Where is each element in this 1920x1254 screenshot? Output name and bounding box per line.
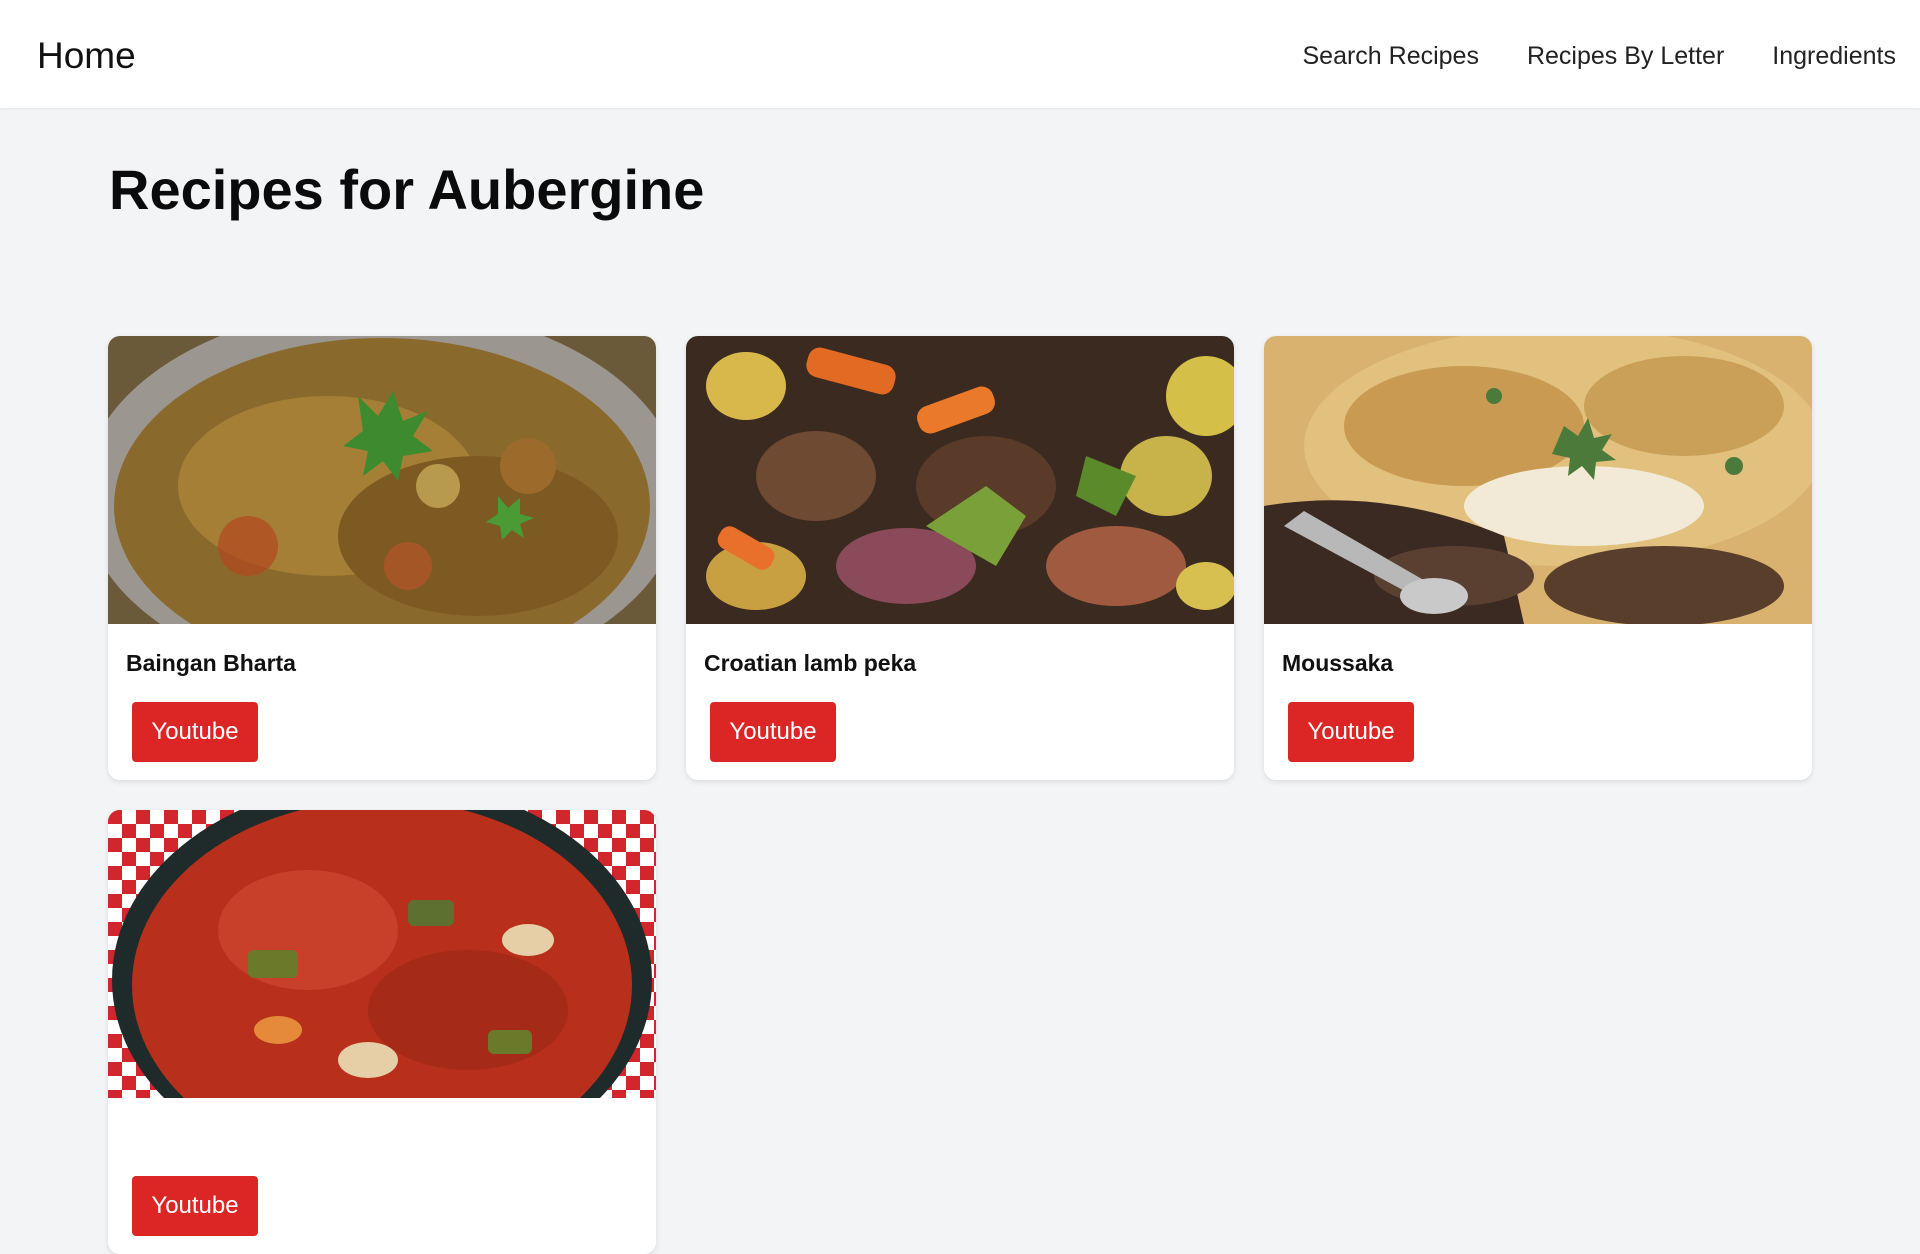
recipe-card: Youtube bbox=[108, 810, 656, 1254]
nav-link-ingredients[interactable]: Ingredients bbox=[1772, 40, 1896, 72]
recipe-title: Croatian lamb peka bbox=[704, 650, 917, 676]
recipe-card: Baingan Bharta Youtube bbox=[108, 336, 656, 780]
recipe-title: Moussaka bbox=[1282, 650, 1394, 676]
nav-link-search-recipes[interactable]: Search Recipes bbox=[1302, 40, 1478, 72]
youtube-button[interactable]: Youtube bbox=[1288, 702, 1414, 762]
page-title: Recipes for Aubergine bbox=[109, 158, 705, 221]
recipe-image[interactable] bbox=[108, 810, 656, 1098]
nav-link-recipes-by-letter[interactable]: Recipes By Letter bbox=[1527, 40, 1724, 72]
recipe-image[interactable] bbox=[1264, 336, 1812, 624]
recipe-image[interactable] bbox=[108, 336, 656, 624]
recipe-image[interactable] bbox=[686, 336, 1234, 624]
youtube-button[interactable]: Youtube bbox=[132, 1176, 258, 1236]
top-navbar: Home Search Recipes Recipes By Letter In… bbox=[0, 0, 1920, 108]
recipe-card: Moussaka Youtube bbox=[1264, 336, 1812, 780]
youtube-button[interactable]: Youtube bbox=[132, 702, 258, 762]
recipe-grid: Baingan Bharta Youtube Croatian lamb pek… bbox=[108, 336, 1812, 1254]
youtube-button[interactable]: Youtube bbox=[710, 702, 836, 762]
nav-links: Search Recipes Recipes By Letter Ingredi… bbox=[1302, 40, 1896, 72]
recipe-title: Baingan Bharta bbox=[126, 650, 296, 676]
home-link[interactable]: Home bbox=[37, 35, 136, 77]
recipe-card: Croatian lamb peka Youtube bbox=[686, 336, 1234, 780]
